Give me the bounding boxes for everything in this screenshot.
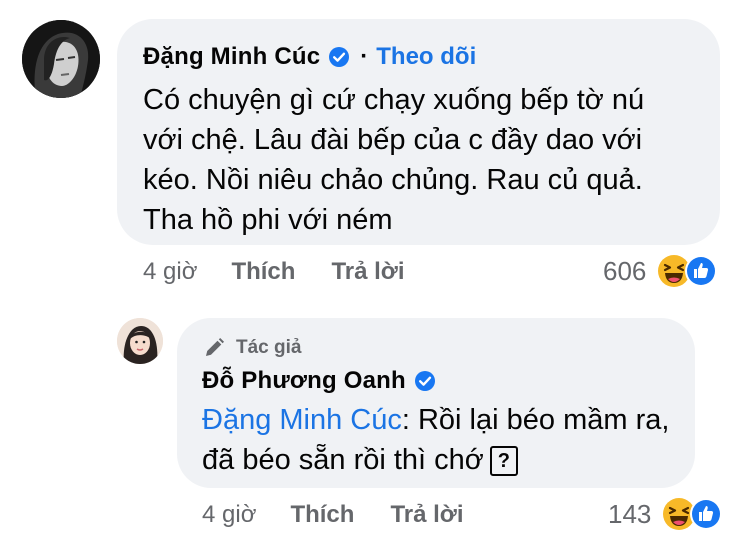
comment-actions: 4 giờ Thích Trả lời: [143, 257, 405, 287]
like-button[interactable]: Thích: [231, 258, 295, 286]
like-icon: [685, 255, 718, 287]
separator-dot: ·: [360, 43, 369, 70]
reply-timestamp[interactable]: 4 giờ: [202, 501, 256, 529]
reaction-summary[interactable]: 606: [603, 253, 720, 289]
comment-timestamp[interactable]: 4 giờ: [143, 258, 197, 286]
reaction-icons: [656, 253, 720, 289]
reply-text: Đặng Minh Cúc: Rồi lại béo mầm ra, đã bé…: [202, 400, 682, 480]
like-button[interactable]: Thích: [290, 501, 354, 529]
profile-photo: [22, 20, 100, 98]
profile-photo: [117, 318, 163, 364]
reply-author-name[interactable]: Đỗ Phương Oanh: [202, 367, 406, 395]
author-badge: Tác giả: [202, 334, 301, 362]
avatar[interactable]: [22, 20, 100, 98]
reply-button[interactable]: Trả lời: [390, 501, 463, 529]
reaction-count: 606: [603, 255, 647, 286]
reply-actions: 4 giờ Thích Trả lời: [202, 500, 464, 530]
mention-link[interactable]: Đặng Minh Cúc: [202, 404, 402, 436]
reply-avatar[interactable]: [117, 318, 163, 364]
author-badge-label: Tác giả: [236, 337, 302, 358]
reaction-count: 143: [608, 498, 652, 529]
reaction-summary[interactable]: 143: [608, 496, 725, 532]
pencil-icon: [206, 338, 224, 356]
comment-header: Đặng Minh Cúc · Theo dõi: [143, 40, 476, 74]
reaction-icons: [661, 496, 725, 532]
verified-badge-icon: [414, 371, 435, 391]
reply-header: Đỗ Phương Oanh: [202, 364, 436, 398]
comment-author-name[interactable]: Đặng Minh Cúc: [143, 43, 320, 71]
unknown-glyph: ?: [489, 446, 518, 476]
comment-text: Có chuyện gì cứ chạy xuống bếp tờ nú với…: [143, 84, 645, 236]
follow-button[interactable]: Theo dõi: [376, 43, 476, 71]
like-icon: [690, 498, 723, 530]
verified-badge-icon: [329, 47, 350, 67]
reply-button[interactable]: Trả lời: [331, 258, 404, 286]
